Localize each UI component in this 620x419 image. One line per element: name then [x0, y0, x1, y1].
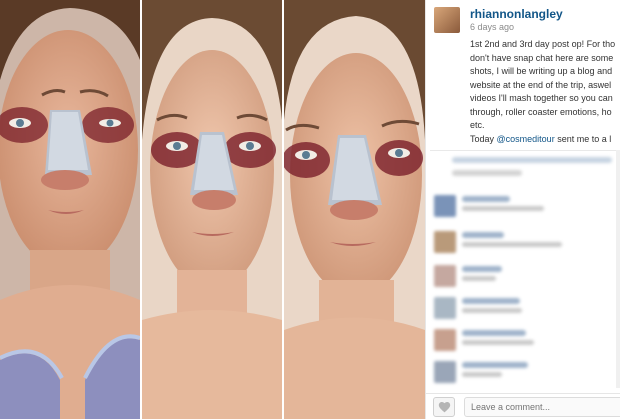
- avatar: [434, 297, 456, 319]
- caption-line: 1st 2nd and 3rd day post op! For tho: [470, 39, 616, 49]
- comments-scrollbar[interactable]: [616, 150, 620, 388]
- mention-link[interactable]: @cosmeditour: [497, 134, 555, 144]
- avatar: [434, 231, 456, 253]
- caption-line: etc.: [470, 120, 485, 130]
- post-timestamp: 6 days ago: [470, 22, 515, 32]
- post-sidebar: rhiannonlangley 6 days ago 1st 2nd and 3…: [425, 0, 620, 419]
- photo-day-3: [284, 0, 425, 419]
- list-item: [434, 294, 619, 326]
- avatar: [434, 329, 456, 351]
- list-item: [434, 228, 619, 260]
- caption-line: through, roller coaster emotions, ho: [470, 106, 612, 117]
- likes-summary: [430, 150, 620, 184]
- avatar[interactable]: [434, 7, 460, 33]
- post-photo: [0, 0, 425, 419]
- heart-icon: [438, 402, 450, 413]
- caption-line: don't have snap chat here are some: [470, 52, 614, 63]
- list-item: [434, 358, 619, 390]
- comments-list[interactable]: [426, 150, 620, 388]
- caption-line: videos I'll mash together so you can: [470, 93, 613, 103]
- avatar: [434, 265, 456, 287]
- list-item: [434, 326, 619, 358]
- list-item: [434, 192, 619, 224]
- avatar: [434, 361, 456, 383]
- post-header: rhiannonlangley 6 days ago: [426, 0, 620, 33]
- avatar: [434, 195, 456, 217]
- caption-text: sent me to a l: [554, 133, 612, 144]
- caption-line: website at the end of the trip, aswel: [470, 79, 612, 90]
- caption-last-line: Today @cosmeditour sent me to a l: [470, 133, 620, 147]
- photo-day-2: [142, 0, 282, 419]
- list-item: [434, 262, 619, 294]
- comment-input[interactable]: [464, 397, 620, 417]
- username-link[interactable]: rhiannonlangley: [470, 7, 563, 21]
- photo-day-1: [0, 0, 140, 419]
- comment-footer: [426, 393, 620, 419]
- caption-line: shots, I will be writing up a blog and: [470, 66, 613, 76]
- like-button[interactable]: [433, 397, 455, 417]
- caption-text: Today: [470, 133, 497, 144]
- post-caption: 1st 2nd and 3rd day post op! For tho don…: [470, 38, 620, 146]
